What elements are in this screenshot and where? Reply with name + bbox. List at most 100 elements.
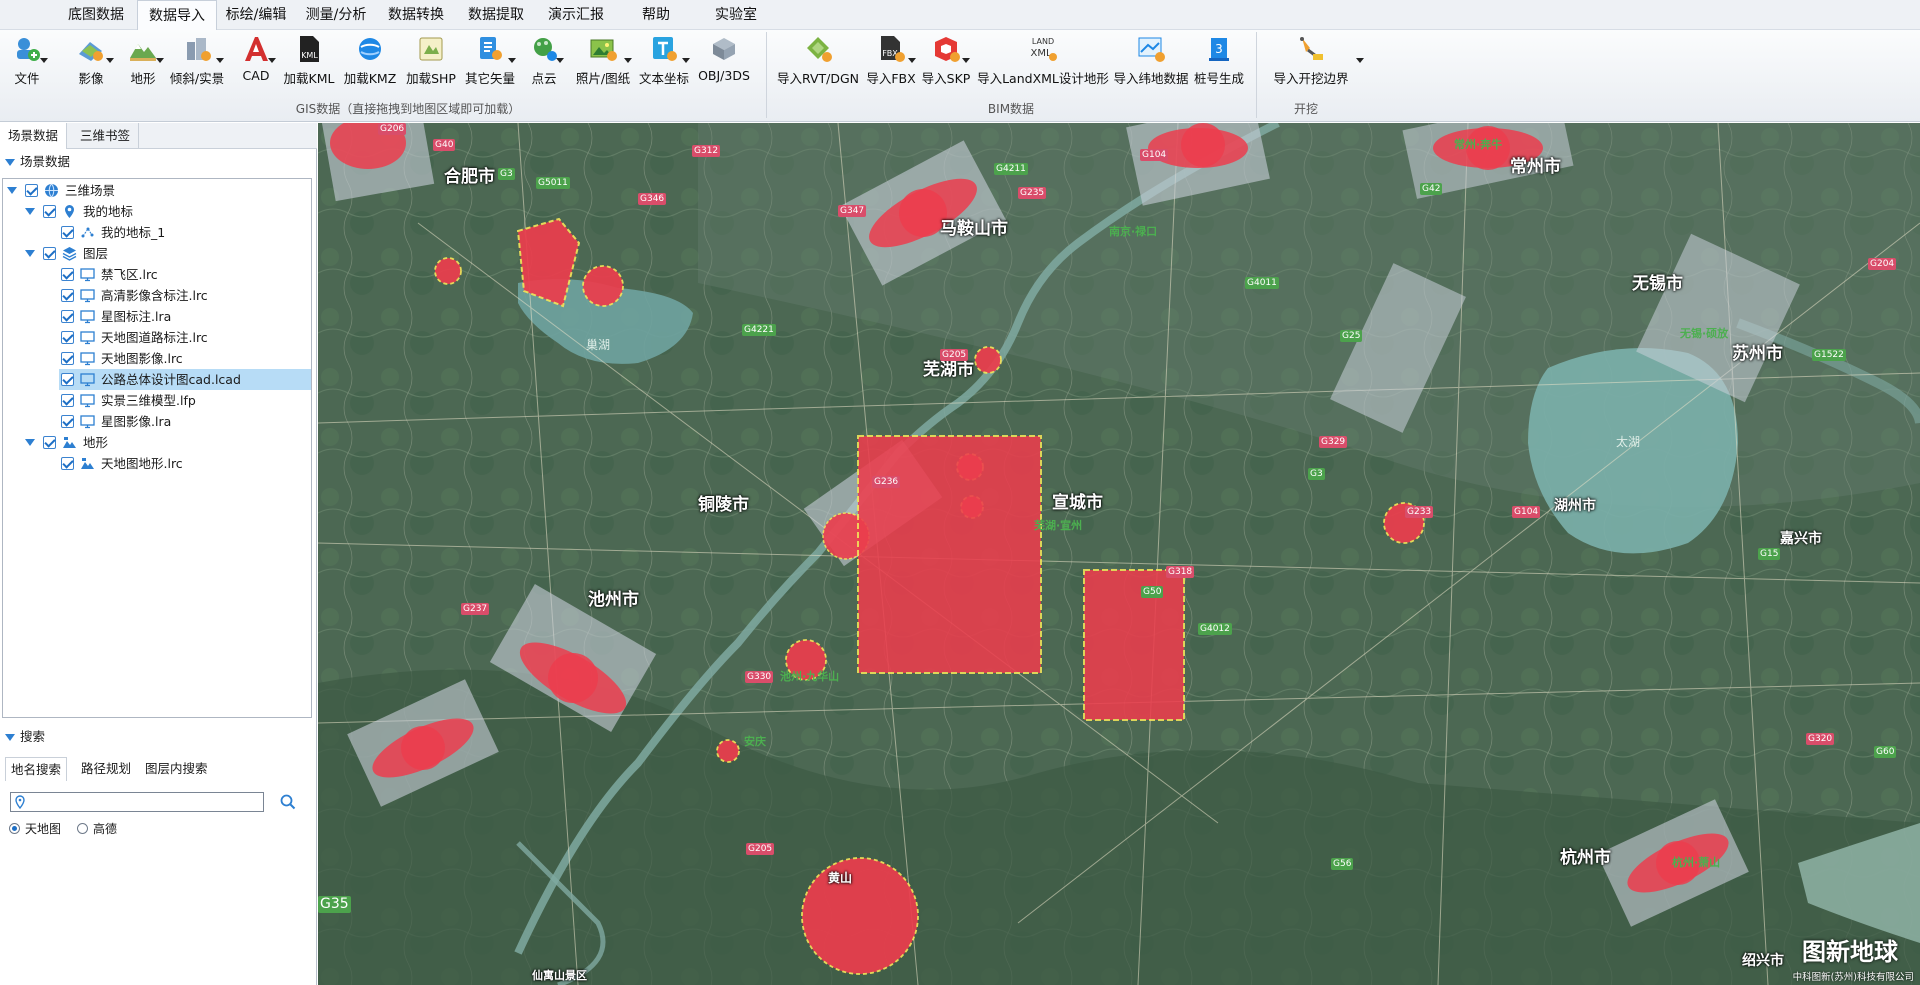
load-shp-button[interactable]: 加载SHP bbox=[404, 32, 458, 94]
tree-node-layer-selected[interactable]: 公路总体设计图cad.lcad bbox=[59, 369, 311, 390]
import-terrain-button[interactable]: 地形 bbox=[120, 32, 166, 94]
checkbox[interactable] bbox=[61, 415, 74, 428]
chevron-down-icon bbox=[156, 58, 164, 63]
expand-icon[interactable] bbox=[25, 439, 35, 446]
chevron-down-icon bbox=[962, 58, 970, 63]
map-label: 绍兴市 bbox=[1742, 953, 1784, 969]
checkbox[interactable] bbox=[61, 289, 74, 302]
landxml-icon: LAND XML bbox=[1028, 34, 1058, 64]
tree-node-layers[interactable]: 图层 bbox=[3, 243, 308, 264]
checkbox[interactable] bbox=[61, 226, 74, 239]
tab-scene-data[interactable]: 场景数据 bbox=[0, 123, 68, 149]
radio-dot[interactable] bbox=[9, 823, 20, 834]
radio-tianditu[interactable]: 天地图 bbox=[9, 821, 61, 837]
radio-gaode[interactable]: 高德 bbox=[77, 821, 117, 837]
checkbox[interactable] bbox=[61, 310, 74, 323]
load-kmz-button[interactable]: 加载KMZ bbox=[342, 32, 398, 94]
search-header[interactable]: 搜索 bbox=[0, 726, 317, 748]
load-kml-button[interactable]: KML 加载KML bbox=[282, 32, 336, 94]
checkbox[interactable] bbox=[61, 373, 74, 386]
tab-layer-search[interactable]: 图层内搜索 bbox=[140, 757, 213, 781]
import-cad-button[interactable]: CAD bbox=[234, 32, 278, 94]
import-excavation-boundary-button[interactable]: 导入开挖边界 bbox=[1266, 32, 1364, 94]
menu-tab-extract[interactable]: 数据提取 bbox=[458, 0, 534, 30]
checkbox[interactable] bbox=[61, 331, 74, 344]
map-label: 太湖 bbox=[1616, 435, 1641, 449]
checkbox[interactable] bbox=[61, 352, 74, 365]
tree-node-place-1[interactable]: 我的地标_1 bbox=[3, 222, 308, 243]
tab-3d-bookmarks[interactable]: 三维书签 bbox=[72, 123, 140, 149]
checkbox[interactable] bbox=[61, 457, 74, 470]
file-button[interactable]: 文件 bbox=[2, 32, 52, 94]
checkbox[interactable] bbox=[61, 394, 74, 407]
scene-data-header[interactable]: 场景数据 bbox=[0, 151, 317, 173]
menu-tab-data-import[interactable]: 数据导入 bbox=[137, 0, 217, 31]
checkbox[interactable] bbox=[43, 247, 56, 260]
stake-generate-button[interactable]: 3 桩号生成 bbox=[1192, 32, 1246, 94]
tree-node-3d-scene[interactable]: 三维场景 bbox=[3, 180, 308, 201]
expand-icon[interactable] bbox=[25, 208, 35, 215]
other-vector-button[interactable]: 其它矢量 bbox=[462, 32, 518, 94]
map-label: 杭州市 bbox=[1560, 848, 1611, 868]
tab-place-search[interactable]: 地名搜索 bbox=[5, 757, 68, 781]
road-shield: G205 bbox=[746, 843, 775, 855]
menu-bar: 底图数据 数据导入 标绘/编辑 测量/分析 数据转换 数据提取 演示汇报 帮助 … bbox=[0, 0, 1920, 31]
road-shield: G312 bbox=[692, 145, 721, 157]
import-landxml-button[interactable]: LAND XML 导入LandXML设计地形 bbox=[976, 32, 1110, 94]
checkbox[interactable] bbox=[25, 184, 38, 197]
menu-tab-plot-edit[interactable]: 标绘/编辑 bbox=[218, 0, 294, 30]
expand-icon[interactable] bbox=[25, 250, 35, 257]
checkbox[interactable] bbox=[61, 268, 74, 281]
tree-node-layer[interactable]: 星图标注.lra bbox=[59, 306, 308, 327]
map-view[interactable]: 合肥市 马鞍山市 芜湖市 铜陵市 宣城市 池州市 常州市 无锡市 苏州市 湖州市… bbox=[318, 123, 1920, 985]
tree-node-layer[interactable]: 天地图道路标注.lrc bbox=[59, 327, 308, 348]
tree-node-layer[interactable]: 禁飞区.lrc bbox=[59, 264, 308, 285]
expand-icon[interactable] bbox=[7, 187, 17, 194]
road-shield: G4011 bbox=[1245, 277, 1279, 289]
import-imagery-button[interactable]: 影像 bbox=[66, 32, 116, 94]
menu-tab-presentation[interactable]: 演示汇报 bbox=[538, 0, 614, 30]
tree-node-layer[interactable]: 星图影像.lra bbox=[59, 411, 308, 432]
svg-text:LAND: LAND bbox=[1032, 37, 1054, 46]
monitor-icon bbox=[80, 372, 95, 387]
tree-node-terrain-layer[interactable]: 天地图地形.lrc bbox=[59, 453, 308, 474]
menu-tab-measure[interactable]: 测量/分析 bbox=[298, 0, 374, 30]
tree-node-layer[interactable]: 高清影像含标注.lrc bbox=[59, 285, 308, 306]
search-input[interactable] bbox=[10, 792, 264, 812]
menu-tab-lab[interactable]: 实验室 bbox=[698, 0, 774, 30]
tree-node-layer[interactable]: 天地图影像.lrc bbox=[59, 348, 308, 369]
oblique-model-icon bbox=[182, 34, 212, 64]
road-shield: G104 bbox=[1512, 506, 1541, 518]
checkbox[interactable] bbox=[43, 205, 56, 218]
tree-node-layer[interactable]: 实景三维模型.lfp bbox=[59, 390, 308, 411]
obj-3ds-button[interactable]: OBJ/3DS bbox=[696, 32, 752, 94]
tree-node-terrain[interactable]: 地形 bbox=[3, 432, 308, 453]
photo-drawing-button[interactable]: 照片/图纸 bbox=[572, 32, 634, 94]
import-rvt-dgn-button[interactable]: 导入RVT/DGN bbox=[776, 32, 860, 94]
import-skp-button[interactable]: 导入SKP bbox=[920, 32, 972, 94]
chevron-down-icon bbox=[556, 58, 564, 63]
import-weidi-button[interactable]: 导入纬地数据 bbox=[1112, 32, 1190, 94]
road-shield: G104 bbox=[1140, 149, 1169, 161]
tab-route-planning[interactable]: 路径规划 bbox=[76, 757, 136, 781]
menu-tab-convert[interactable]: 数据转换 bbox=[378, 0, 454, 30]
app-watermark: 图新地球 bbox=[1802, 938, 1898, 966]
text-coordinates-button[interactable]: 文本坐标 bbox=[636, 32, 692, 94]
map-label: 合肥市 bbox=[444, 167, 495, 187]
location-pin-icon bbox=[62, 204, 77, 219]
checkbox[interactable] bbox=[43, 436, 56, 449]
airport-label: 杭州·萧山 bbox=[1672, 856, 1721, 869]
chevron-down-icon bbox=[682, 58, 690, 63]
model-icon bbox=[709, 34, 739, 64]
rvt-icon bbox=[803, 34, 833, 64]
collapse-icon bbox=[5, 734, 15, 741]
radio-dot[interactable] bbox=[77, 823, 88, 834]
import-oblique-button[interactable]: 倾斜/实景 bbox=[168, 32, 226, 94]
search-icon[interactable] bbox=[278, 792, 298, 812]
map-label: 宣城市 bbox=[1052, 493, 1103, 513]
menu-tab-basemap[interactable]: 底图数据 bbox=[56, 0, 136, 30]
point-cloud-button[interactable]: 点云 bbox=[522, 32, 566, 94]
menu-tab-help[interactable]: 帮助 bbox=[618, 0, 694, 30]
import-fbx-button[interactable]: FBX 导入FBX bbox=[864, 32, 918, 94]
tree-node-my-places[interactable]: 我的地标 bbox=[3, 201, 308, 222]
